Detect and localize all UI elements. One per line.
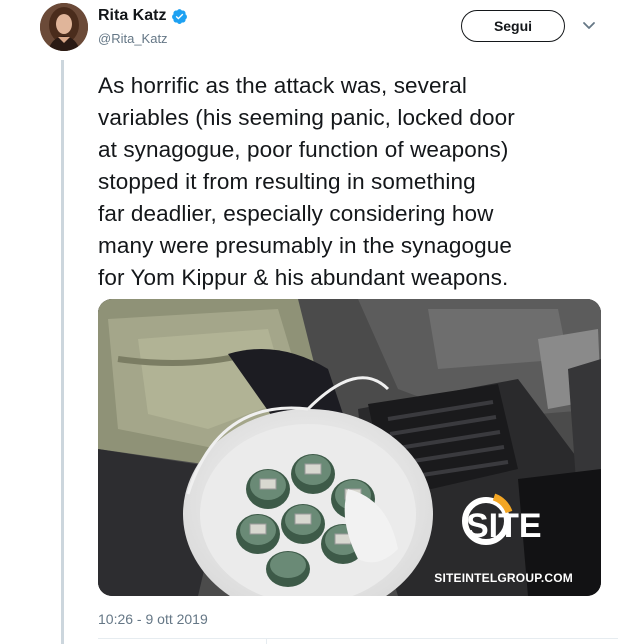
stats-divider xyxy=(98,638,618,639)
author-header: Rita Katz xyxy=(98,7,188,25)
chevron-down-icon[interactable] xyxy=(582,21,596,31)
author-handle[interactable]: @Rita_Katz xyxy=(98,31,168,46)
follow-button[interactable]: Segui xyxy=(461,10,565,42)
tweet-timestamp[interactable]: 10:26 - 9 ott 2019 xyxy=(98,611,208,627)
avatar[interactable] xyxy=(40,3,88,51)
author-display-name[interactable]: Rita Katz xyxy=(98,7,166,25)
thread-line xyxy=(61,60,64,644)
stats-divider-tick xyxy=(266,638,267,644)
car-interior-photo: SITE xyxy=(98,299,601,596)
svg-text:SITE: SITE xyxy=(466,507,542,545)
watermark-caption: SITEINTELGROUP.COM xyxy=(434,571,573,585)
tweet-media-photo[interactable]: SITE SITEINTELGROUP.COM xyxy=(98,299,601,596)
tweet-text: As horrific as the attack was, several v… xyxy=(98,73,515,290)
verified-badge-icon xyxy=(171,8,188,25)
profile-photo-icon xyxy=(40,3,88,51)
